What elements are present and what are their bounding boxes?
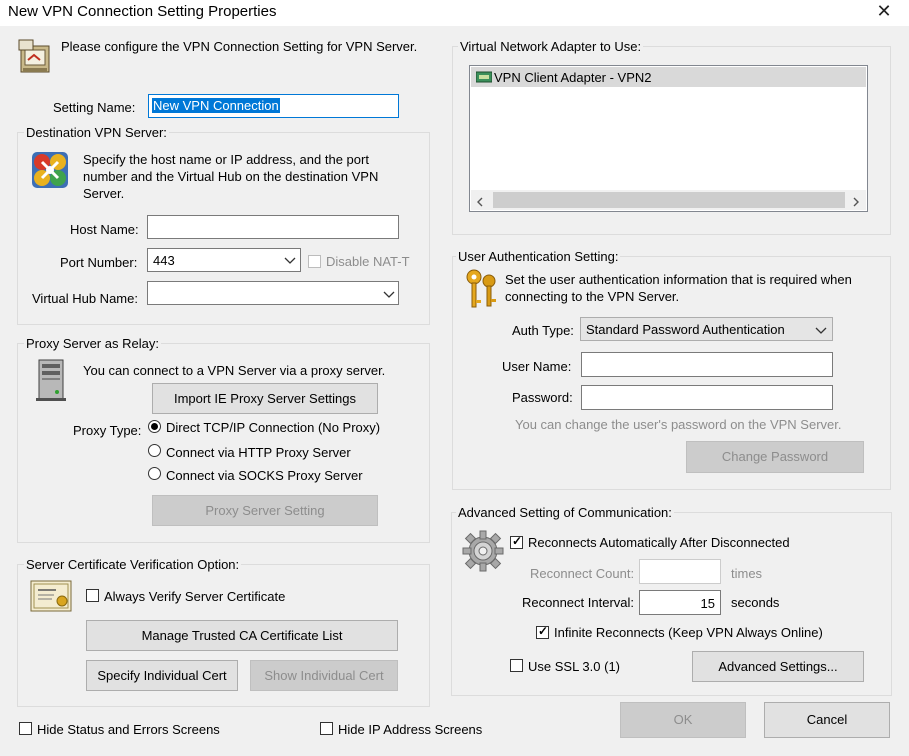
auth-type-combo[interactable]: Standard Password Authentication [580,317,833,341]
network-adapter-icon [475,71,493,83]
proxy-type-label: Proxy Type: [73,423,142,438]
port-number-value: 443 [153,253,175,268]
infinite-reconnect-checkbox[interactable] [536,624,549,639]
reconnect-count-label: Reconnect Count: [530,566,635,581]
port-number-combo[interactable]: 443 [147,248,301,272]
reconnect-interval-unit: seconds [731,595,780,610]
server-icon [33,358,69,402]
chevron-down-icon [284,254,296,264]
proxy-http-label: Connect via HTTP Proxy Server [166,445,351,460]
change-password-button[interactable]: Change Password [686,441,864,473]
specify-cert-button[interactable]: Specify Individual Cert [86,660,238,691]
chevron-right-icon[interactable] [852,195,860,207]
host-name-input[interactable] [147,215,399,239]
proxy-description: You can connect to a VPN Server via a pr… [83,363,386,378]
reconnect-count-input[interactable] [639,559,721,584]
hide-ip-checkbox[interactable] [320,722,333,735]
proxy-direct-label: Direct TCP/IP Connection (No Proxy) [166,420,381,435]
reconnect-interval-value: 15 [700,596,715,611]
chevron-down-icon [383,288,395,298]
computer-icon [16,36,56,76]
proxy-socks-label: Connect via SOCKS Proxy Server [166,468,363,483]
proxy-http-radio[interactable] [148,444,161,457]
reconnect-interval-input[interactable]: 15 [639,590,721,615]
manage-ca-list-button[interactable]: Manage Trusted CA Certificate List [86,620,398,651]
keys-icon [462,267,500,311]
window-title: New VPN Connection Setting Properties [8,3,277,20]
gear-icon [462,530,504,572]
password-label: Password: [512,390,573,405]
proxy-socks-radio[interactable] [148,467,161,480]
auth-group-label: User Authentication Setting: [456,249,621,264]
scrollbar-thumb[interactable] [493,192,845,208]
advanced-group-label: Advanced Setting of Communication: [456,505,674,520]
chevron-left-icon[interactable] [476,195,484,207]
network-icon [30,150,70,190]
import-ie-proxy-button[interactable]: Import IE Proxy Server Settings [152,383,378,414]
reconnect-interval-label: Reconnect Interval: [522,595,635,610]
virtual-hub-combo[interactable] [147,281,399,305]
hide-status-checkbox[interactable] [19,722,32,735]
hide-status-label: Hide Status and Errors Screens [37,722,220,737]
setting-name-value: New VPN Connection [152,98,280,113]
reconnect-count-unit: times [731,566,763,581]
adapter-group-label: Virtual Network Adapter to Use: [458,39,644,54]
user-name-label: User Name: [502,359,572,374]
certificate-group-label: Server Certificate Verification Option: [24,557,242,572]
proxy-group-label: Proxy Server as Relay: [24,336,161,351]
close-button[interactable]: ✕ [868,0,900,24]
use-ssl-label: Use SSL 3.0 (1) [528,659,621,674]
ok-button[interactable]: OK [620,702,746,738]
auth-type-value: Standard Password Authentication [586,322,785,337]
proxy-server-setting-button[interactable]: Proxy Server Setting [152,495,378,526]
setting-name-label: Setting Name: [53,100,136,115]
certificate-icon [30,580,72,612]
horizontal-scrollbar[interactable] [471,190,866,210]
chevron-down-icon [815,324,827,334]
adapter-list[interactable]: VPN Client Adapter - VPN2 [469,65,868,212]
use-ssl-checkbox[interactable] [510,659,523,672]
host-name-label: Host Name: [70,222,139,237]
user-name-input[interactable] [581,352,833,377]
virtual-hub-label: Virtual Hub Name: [32,291,138,306]
password-note: You can change the user's password on th… [515,417,842,432]
always-verify-checkbox[interactable] [86,589,99,602]
password-input[interactable] [581,385,833,410]
infinite-reconnect-label: Infinite Reconnects (Keep VPN Always Onl… [554,625,823,640]
disable-nat-checkbox[interactable] [308,255,321,268]
hide-ip-label: Hide IP Address Screens [338,722,483,737]
disable-nat-label: Disable NAT-T [326,254,410,269]
cancel-button[interactable]: Cancel [764,702,890,738]
list-item[interactable]: VPN Client Adapter - VPN2 [471,67,866,87]
auth-description: Set the user authentication information … [505,272,852,304]
always-verify-label: Always Verify Server Certificate [104,589,286,604]
proxy-direct-radio[interactable] [148,420,161,433]
adapter-item-label: VPN Client Adapter - VPN2 [494,70,652,85]
advanced-settings-button[interactable]: Advanced Settings... [692,651,864,682]
destination-description: Specify the host name or IP address, and… [83,152,379,201]
port-number-label: Port Number: [60,255,138,270]
intro-text: Please configure the VPN Connection Sett… [61,39,418,54]
show-cert-button[interactable]: Show Individual Cert [250,660,398,691]
setting-name-input[interactable]: New VPN Connection [148,94,399,118]
reconnect-label: Reconnects Automatically After Disconnec… [528,535,790,550]
destination-group-label: Destination VPN Server: [24,125,169,140]
auth-type-label: Auth Type: [512,323,574,338]
reconnect-checkbox[interactable] [510,534,523,549]
